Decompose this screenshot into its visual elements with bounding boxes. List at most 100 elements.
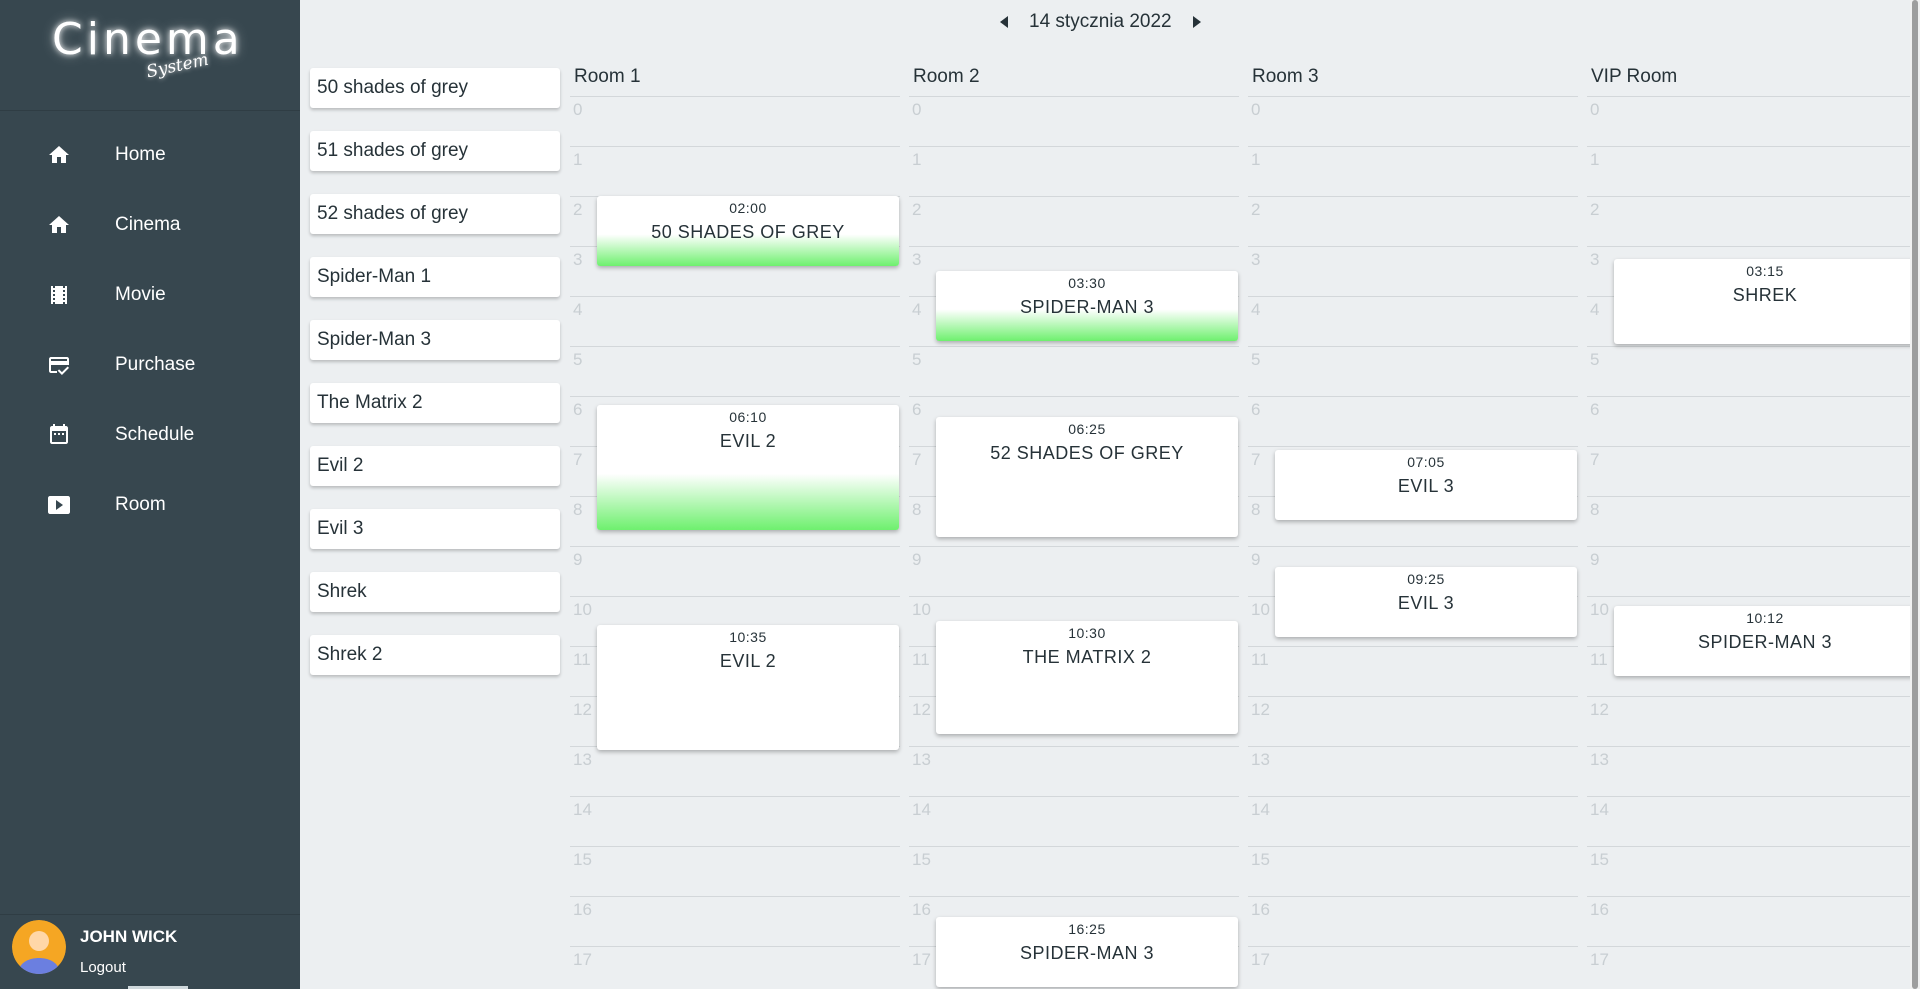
- hour-gridline: [570, 596, 900, 597]
- screening-card[interactable]: 06:25 52 SHADES OF GREY: [936, 417, 1238, 537]
- avatar[interactable]: [12, 920, 66, 974]
- hour-label: 16: [1590, 900, 1609, 919]
- movie-list-item[interactable]: 52 shades of grey: [310, 194, 560, 234]
- hour-label: 10: [1590, 600, 1609, 619]
- hour-gridline: [1587, 696, 1917, 697]
- screening-time: 06:25: [1068, 421, 1106, 437]
- hour-label: 13: [573, 750, 592, 769]
- vertical-scrollbar-thumb[interactable]: [1912, 0, 1918, 989]
- hour-label: 2: [1251, 200, 1261, 219]
- vertical-scrollbar[interactable]: [1910, 0, 1920, 989]
- sidebar-item-movie[interactable]: Movie: [0, 260, 300, 330]
- hour-label: 12: [1590, 700, 1609, 719]
- hour-label: 5: [1251, 350, 1261, 369]
- movie-list-item[interactable]: Evil 3: [310, 509, 560, 549]
- screening-time: 06:10: [729, 408, 767, 425]
- hour-label: 10: [912, 600, 931, 619]
- movie-list-item[interactable]: Spider-Man 1: [310, 257, 560, 297]
- hour-label: 3: [912, 250, 922, 269]
- logo[interactable]: Cinema System: [0, 0, 300, 111]
- hour-label: 1: [1251, 150, 1261, 169]
- hour-gridline: [570, 846, 900, 847]
- sidebar-item-schedule[interactable]: Schedule: [0, 400, 300, 470]
- movie-list-item[interactable]: Shrek 2: [310, 635, 560, 675]
- sidebar-item-label: Room: [115, 494, 166, 515]
- screening-card[interactable]: 07:05 EVIL 3: [1275, 450, 1577, 520]
- movie-list-item[interactable]: Spider-Man 3: [310, 320, 560, 360]
- hour-gridline: [909, 146, 1239, 147]
- hour-gridline: [909, 896, 1239, 897]
- hour-label: 12: [573, 700, 592, 719]
- sidebar-item-cinema[interactable]: Cinema: [0, 190, 300, 260]
- screening-card[interactable]: 03:30 SPIDER-MAN 3: [936, 271, 1238, 341]
- screening-card[interactable]: 03:15 SHREK: [1614, 258, 1916, 344]
- movie-list-item[interactable]: 50 shades of grey: [310, 68, 560, 108]
- logout-link[interactable]: Logout: [80, 959, 126, 976]
- sidebar-item-room[interactable]: Room: [0, 470, 300, 540]
- hour-label: 8: [573, 500, 583, 519]
- hour-gridline: [1587, 396, 1917, 397]
- hour-label: 16: [1251, 900, 1270, 919]
- hour-label: 11: [573, 650, 591, 669]
- screening-title: 50 SHADES OF GREY: [651, 222, 845, 242]
- screening-card[interactable]: 10:35 EVIL 2: [597, 625, 899, 750]
- hour-gridline: [1248, 96, 1578, 97]
- screening-card[interactable]: 09:25 EVIL 3: [1275, 567, 1577, 637]
- hour-gridline: [1248, 646, 1578, 647]
- screening-card[interactable]: 06:10 EVIL 2: [597, 404, 899, 530]
- hour-gridline: [1587, 96, 1917, 97]
- home-icon: [44, 140, 74, 170]
- next-day-button[interactable]: [1186, 12, 1206, 32]
- hour-label: 10: [1251, 600, 1270, 619]
- screening-card[interactable]: 02:00 50 SHADES OF GREY: [597, 196, 899, 266]
- room-header: Room 1: [574, 66, 641, 87]
- hour-gridline: [1248, 846, 1578, 847]
- screening-time: 03:15: [1746, 262, 1784, 279]
- hour-label: 3: [1251, 250, 1261, 269]
- hour-label: 16: [573, 900, 592, 919]
- hour-label: 9: [1251, 550, 1261, 569]
- sidebar-nav: Home Cinema Movie Purchase Schedule Room: [0, 120, 300, 540]
- movie-list-item[interactable]: The Matrix 2: [310, 383, 560, 423]
- screening-card[interactable]: 10:12 SPIDER-MAN 3: [1614, 606, 1916, 676]
- hour-gridline: [909, 246, 1239, 247]
- sidebar-item-home[interactable]: Home: [0, 120, 300, 190]
- hour-gridline: [1587, 346, 1917, 347]
- hour-label: 13: [1590, 750, 1609, 769]
- movie-list-item[interactable]: 51 shades of grey: [310, 131, 560, 171]
- hour-gridline: [1248, 946, 1578, 947]
- hour-label: 0: [912, 100, 922, 119]
- screening-time: 10:35: [729, 629, 767, 645]
- hour-label: 17: [1251, 950, 1270, 969]
- previous-day-button[interactable]: [995, 12, 1015, 32]
- hour-gridline: [909, 396, 1239, 397]
- hour-label: 1: [912, 150, 922, 169]
- screening-title: SPIDER-MAN 3: [1697, 632, 1833, 652]
- hour-gridline: [1248, 696, 1578, 697]
- sidebar-item-purchase[interactable]: Purchase: [0, 330, 300, 400]
- hour-gridline: [909, 846, 1239, 847]
- hour-gridline: [1248, 446, 1578, 447]
- screening-card[interactable]: 10:30 THE MATRIX 2: [936, 621, 1238, 734]
- hour-label: 15: [1251, 850, 1270, 869]
- screening-time: 09:25: [1407, 571, 1445, 587]
- screening-time: 10:12: [1746, 610, 1784, 626]
- sidebar: Cinema System Home Cinema Movie Purchase…: [0, 0, 300, 989]
- hour-gridline: [1587, 596, 1917, 597]
- hour-gridline: [1587, 246, 1917, 247]
- movie-list-item[interactable]: Shrek: [310, 572, 560, 612]
- hour-label: 7: [1590, 450, 1600, 469]
- movie-list-item[interactable]: Evil 2: [310, 446, 560, 486]
- user-name: JOHN WICK: [80, 927, 178, 946]
- hour-label: 3: [573, 250, 583, 269]
- hour-gridline: [1248, 896, 1578, 897]
- movie-list: 50 shades of grey 51 shades of grey 52 s…: [310, 68, 560, 698]
- hour-label: 2: [573, 200, 583, 219]
- hour-label: 7: [573, 450, 583, 469]
- date-navigator: 14 stycznia 2022: [995, 8, 1206, 36]
- hour-label: 3: [1590, 250, 1600, 269]
- hour-gridline: [909, 746, 1239, 747]
- hour-gridline: [570, 346, 900, 347]
- screening-card[interactable]: 16:25 SPIDER-MAN 3: [936, 917, 1238, 987]
- hour-gridline: [1587, 796, 1917, 797]
